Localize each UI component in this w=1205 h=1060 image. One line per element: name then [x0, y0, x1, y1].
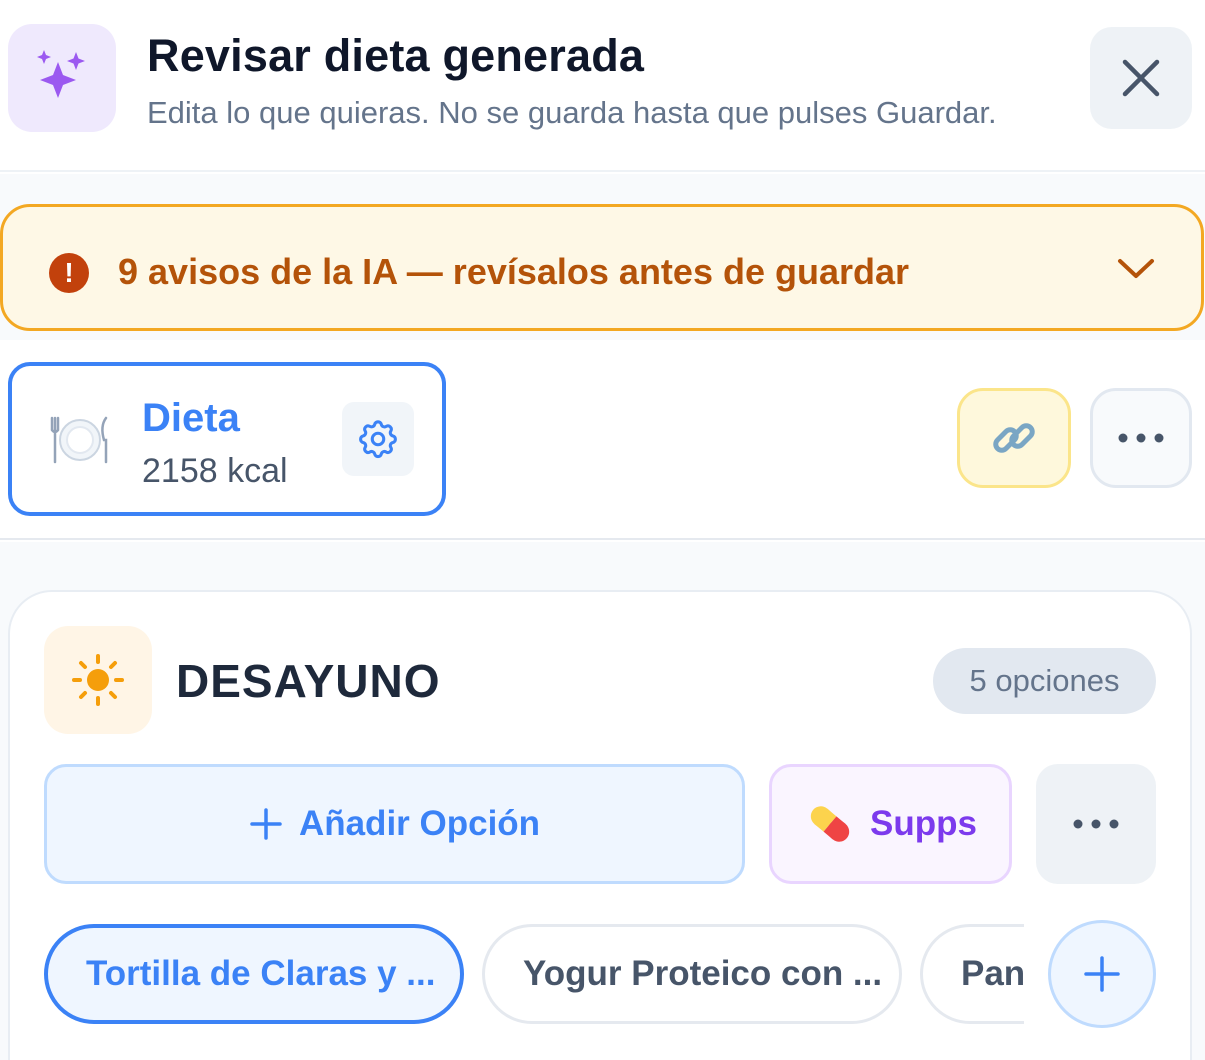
diet-toolbar: Dieta 2158 kcal — [0, 340, 1205, 540]
meal-title: DESAYUNO — [176, 655, 441, 707]
plate-icon — [50, 416, 108, 464]
options-count-badge: 5 opciones — [933, 648, 1156, 714]
header: Revisar dieta generada Edita lo que quie… — [0, 0, 1205, 172]
option-tab[interactable]: Pan — [920, 924, 1024, 1024]
more-horizontal-icon — [1073, 819, 1119, 829]
ai-warnings-text: 9 avisos de la IA — revísalos antes de g… — [118, 251, 910, 292]
diet-kcal: 2158 kcal — [142, 452, 288, 490]
close-icon — [1122, 59, 1160, 97]
meal-more-button[interactable] — [1036, 764, 1156, 884]
link-icon — [993, 423, 1035, 453]
add-option-tab-button[interactable] — [1048, 920, 1156, 1028]
plus-icon — [250, 808, 282, 840]
supps-button[interactable]: Supps — [769, 764, 1012, 884]
option-tabs: Tortilla de Claras y ... Yogur Proteico … — [44, 924, 1024, 1028]
sun-icon — [44, 626, 152, 734]
pill-icon — [810, 806, 850, 842]
gear-icon — [359, 420, 397, 459]
link-button[interactable] — [957, 388, 1071, 488]
close-button[interactable] — [1090, 27, 1192, 129]
page-title: Revisar dieta generada — [147, 30, 645, 81]
alert-icon: ! — [49, 253, 89, 293]
page-subtitle: Edita lo que quieras. No se guarda hasta… — [147, 95, 997, 130]
ai-warnings-banner[interactable]: ! 9 avisos de la IA — revísalos antes de… — [0, 204, 1204, 331]
diet-settings-button[interactable] — [342, 402, 414, 476]
add-option-button[interactable]: Añadir Opción — [44, 764, 745, 884]
diet-name: Dieta — [142, 396, 240, 440]
chevron-down-icon — [1118, 259, 1154, 278]
plus-icon — [1084, 956, 1120, 992]
add-option-label: Añadir Opción — [298, 804, 541, 843]
more-horizontal-icon — [1118, 433, 1164, 443]
option-tab-active[interactable]: Tortilla de Claras y ... — [44, 924, 464, 1024]
sparkles-icon — [8, 24, 116, 132]
more-options-button[interactable] — [1090, 388, 1192, 488]
supps-label: Supps — [870, 804, 977, 843]
diet-selector[interactable]: Dieta 2158 kcal — [8, 362, 446, 516]
option-tab[interactable]: Yogur Proteico con ... — [482, 924, 902, 1024]
